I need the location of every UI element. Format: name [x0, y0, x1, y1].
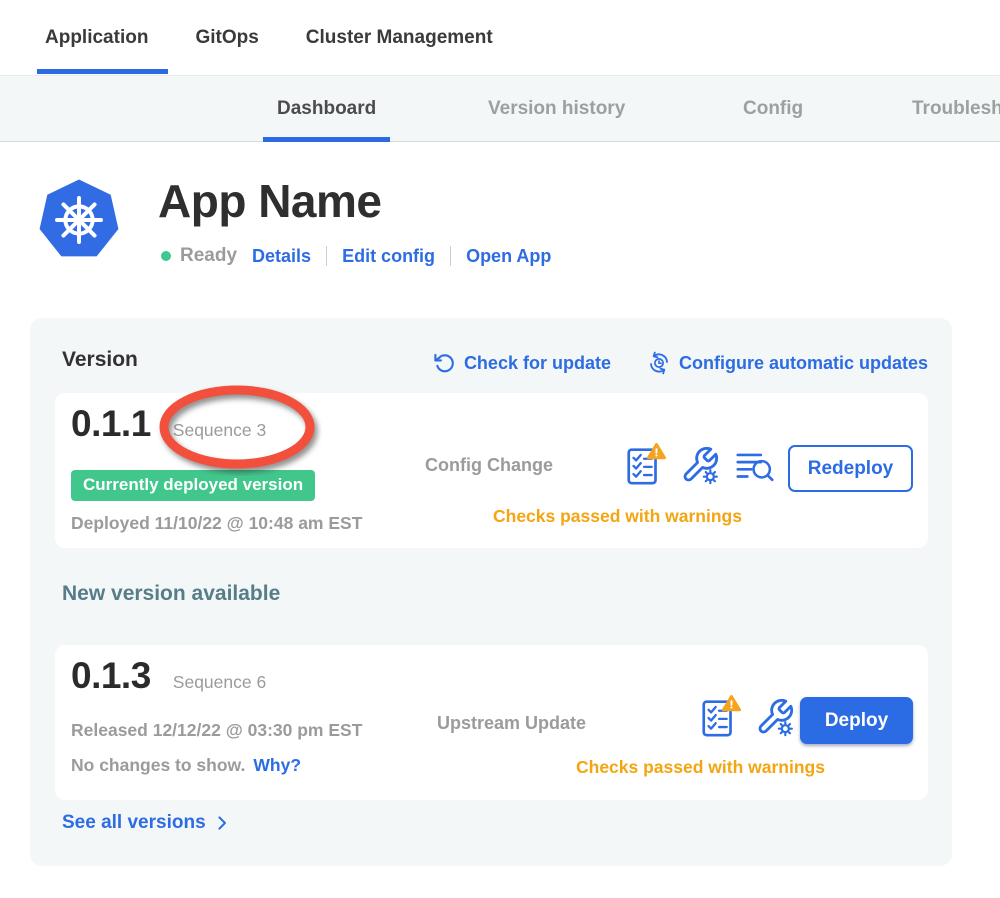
configure-automatic-updates-button[interactable]: Configure automatic updates — [647, 351, 928, 375]
divider — [450, 246, 451, 266]
deploy-button[interactable]: Deploy — [800, 697, 913, 744]
available-version-card: 0.1.3 Sequence 6 Released 12/12/22 @ 03:… — [55, 645, 928, 800]
current-source-label: Config Change — [425, 455, 553, 476]
tab-dashboard[interactable]: Dashboard — [263, 76, 390, 141]
refresh-icon — [433, 352, 456, 375]
released-timestamp: Released 12/12/22 @ 03:30 pm EST — [71, 720, 362, 741]
primary-nav: Application GitOps Cluster Management — [0, 0, 1000, 76]
divider — [326, 246, 327, 266]
wrench-gear-icon[interactable] — [755, 697, 795, 737]
view-diff-icon[interactable] — [733, 443, 777, 487]
available-sequence-label: Sequence 6 — [173, 672, 266, 693]
tab-version-history[interactable]: Version history — [474, 76, 639, 141]
available-version-row: 0.1.3 Sequence 6 — [71, 655, 266, 697]
wrench-gear-icon[interactable] — [680, 445, 720, 485]
status-text: Ready — [180, 245, 237, 267]
current-version-icons — [623, 443, 777, 487]
configure-automatic-updates-label: Configure automatic updates — [679, 353, 928, 374]
current-checks-status[interactable]: Checks passed with warnings — [493, 506, 742, 527]
preflight-checklist-warning-icon[interactable] — [698, 695, 742, 739]
why-link[interactable]: Why? — [253, 755, 301, 776]
see-all-versions-link[interactable]: See all versions — [62, 812, 231, 834]
current-sequence-label: Sequence 3 — [173, 420, 266, 441]
nav-item-gitops[interactable]: GitOps — [195, 0, 258, 75]
tab-troubleshoot[interactable]: Troubleshoot — [898, 76, 1000, 141]
open-app-link[interactable]: Open App — [466, 246, 551, 267]
version-heading: Version — [62, 348, 138, 372]
preflight-checklist-warning-icon[interactable] — [623, 443, 667, 487]
current-version-card: 0.1.1 Sequence 3 Currently deployed vers… — [55, 393, 928, 548]
see-all-versions-label: See all versions — [62, 812, 206, 834]
no-changes-row: No changes to show. Why? — [71, 755, 301, 776]
app-status-row: Ready Details Edit config Open App — [161, 243, 551, 269]
status-dot — [161, 251, 171, 261]
kubernetes-logo — [35, 176, 123, 264]
current-version-number: 0.1.1 — [71, 403, 151, 445]
page: Application GitOps Cluster Management Da… — [0, 0, 1000, 898]
current-version-row: 0.1.1 Sequence 3 — [71, 403, 266, 445]
new-version-available-heading: New version available — [62, 582, 280, 606]
currently-deployed-badge: Currently deployed version — [71, 470, 315, 501]
nav-item-application[interactable]: Application — [45, 0, 148, 75]
check-for-update-button[interactable]: Check for update — [433, 352, 611, 375]
redeploy-button[interactable]: Redeploy — [788, 445, 913, 492]
details-link[interactable]: Details — [252, 246, 311, 267]
available-checks-status[interactable]: Checks passed with warnings — [576, 757, 825, 778]
auto-update-clock-icon — [647, 351, 671, 375]
tab-config[interactable]: Config — [729, 76, 817, 141]
available-source-label: Upstream Update — [437, 713, 586, 734]
available-version-icons — [698, 695, 795, 739]
edit-config-link[interactable]: Edit config — [342, 246, 435, 267]
no-changes-text: No changes to show. — [71, 755, 245, 776]
app-tabs: Dashboard Version history Config Trouble… — [0, 76, 1000, 142]
deployed-timestamp: Deployed 11/10/22 @ 10:48 am EST — [71, 513, 362, 534]
page-title: App Name — [158, 174, 381, 228]
chevron-right-icon — [213, 814, 231, 832]
check-for-update-label: Check for update — [464, 353, 611, 374]
available-version-number: 0.1.3 — [71, 655, 151, 697]
nav-item-cluster-management[interactable]: Cluster Management — [306, 0, 493, 75]
version-panel: Version Check for update Configur — [30, 318, 952, 866]
version-actions: Check for update Configure automatic upd… — [433, 351, 928, 375]
